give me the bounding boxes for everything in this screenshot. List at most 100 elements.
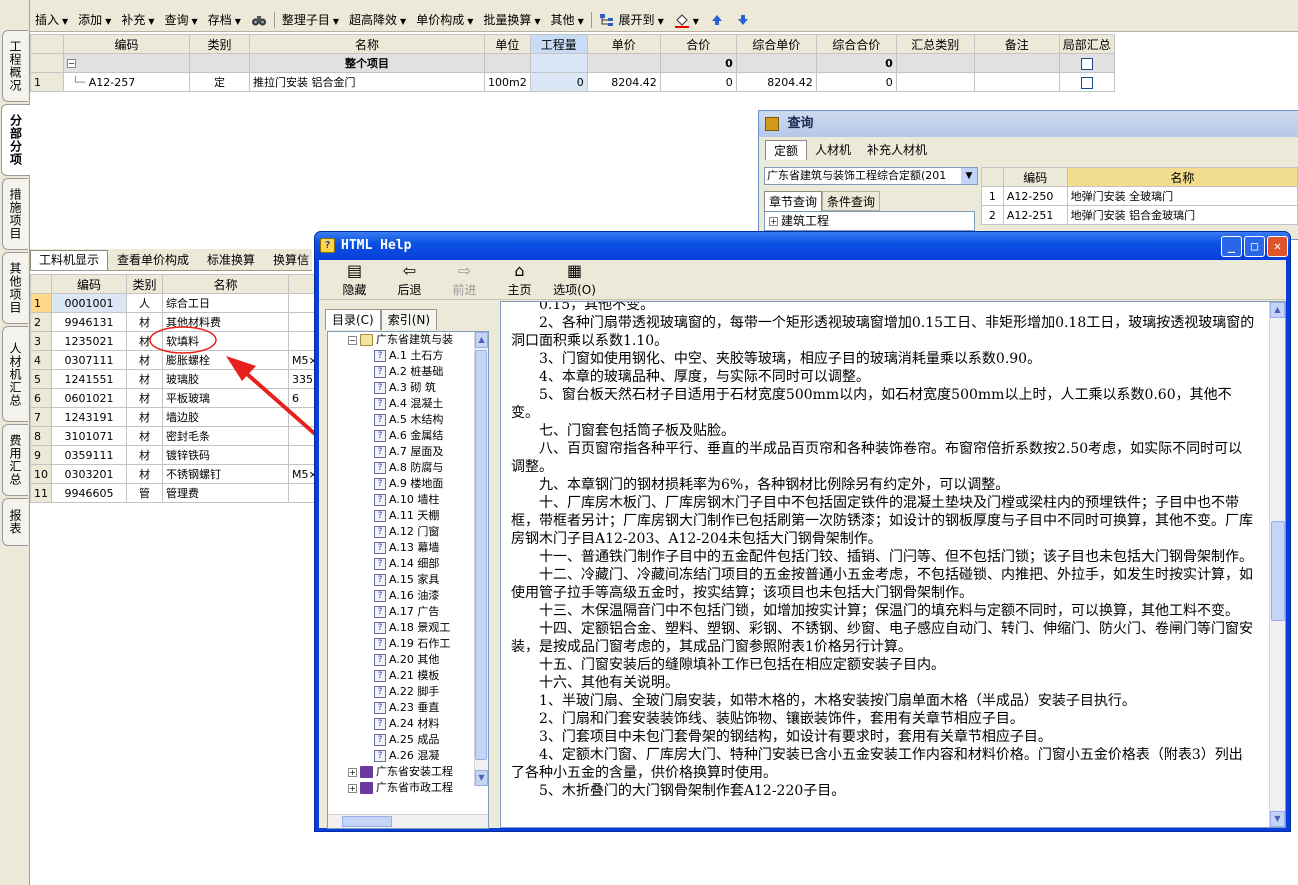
tree-item-building[interactable]: 建筑工程	[781, 214, 829, 228]
query-window: 查询 定额 人材机 补充人材机 广东省建筑与装饰工程综合定额(201 ▼ 章节查…	[758, 110, 1298, 240]
tree-item-chapter[interactable]: ? A.3 砌 筑	[328, 380, 488, 396]
tree-item-chapter[interactable]: ? A.16 油漆	[328, 588, 488, 604]
tree-scrollbar[interactable]: ▲ ▼	[474, 332, 488, 786]
table-row[interactable]: 1 A12-250 地弹门安装 全玻璃门	[981, 186, 1298, 206]
tree-item-chapter[interactable]: ? A.20 其他	[328, 652, 488, 668]
tree-item-chapter[interactable]: ? A.15 家具	[328, 572, 488, 588]
back-button[interactable]: ⇦ 后退	[382, 261, 437, 299]
help-topic-icon: ?	[374, 734, 386, 746]
tab-contents[interactable]: 目录(C)	[325, 309, 381, 330]
tree-hscroll-thumb[interactable]	[342, 816, 392, 827]
help-topic-icon: ?	[374, 558, 386, 570]
tree-item-chapter[interactable]: ? A.24 材料	[328, 716, 488, 732]
tree-item-label: A.7 屋面及	[389, 445, 444, 458]
options-button[interactable]: ▦ 选项(O)	[547, 261, 602, 299]
col-header-code[interactable]: 编码	[1002, 167, 1068, 187]
tree-item-chapter[interactable]: ? A.18 景观工	[328, 620, 488, 636]
query-tabs: 定额 人材机 补充人材机	[759, 137, 1298, 161]
tree-item-chapter[interactable]: ? A.21 模板	[328, 668, 488, 684]
tree-item-label: A.26 混凝	[389, 749, 440, 762]
hide-pane-icon: ▤	[346, 261, 363, 280]
help-paragraph: 3、门套项目中未包门套骨架的钢结构，如设计有要求时，套用有关章节相应子目。	[539, 729, 1052, 745]
tree-item-chapter[interactable]: ? A.8 防腐与	[328, 460, 488, 476]
scroll-up-icon[interactable]: ▲	[475, 332, 488, 348]
table-row[interactable]: 2 A12-251 地弹门安装 铝合金玻璃门	[981, 205, 1298, 225]
help-topic-icon: ?	[374, 398, 386, 410]
row-name[interactable]: 地弹门安装 铝合金玻璃门	[1066, 205, 1298, 225]
tab-chapter-query[interactable]: 章节查询	[764, 191, 823, 211]
help-topic-icon: ?	[374, 526, 386, 538]
query-result-table: 编码 名称 1 A12-250 地弹门安装 全玻璃门 2 A12-251 地弹门…	[981, 167, 1298, 225]
tree-item-label: A.23 垂直	[389, 701, 440, 714]
chevron-down-icon[interactable]: ▼	[961, 168, 977, 184]
tree-item-install[interactable]: + 广东省安装工程	[328, 764, 488, 780]
tree-item-chapter[interactable]: ? A.2 桩基础	[328, 364, 488, 380]
expand-icon[interactable]: +	[348, 783, 357, 793]
row-code[interactable]: A12-251	[1002, 205, 1068, 225]
tree-item-chapter[interactable]: ? A.11 天棚	[328, 508, 488, 524]
tree-item-label: A.6 金属结	[389, 429, 444, 442]
help-topic-icon: ?	[374, 638, 386, 650]
tree-item-label: A.1 土石方	[389, 349, 444, 362]
scroll-down-icon[interactable]: ▼	[475, 770, 488, 786]
maximize-icon[interactable]: □	[1244, 236, 1265, 257]
home-button[interactable]: ⌂ 主页	[492, 261, 547, 299]
close-icon[interactable]: ✕	[1267, 236, 1288, 257]
help-paragraph: 十六、其他有关说明。	[539, 675, 679, 691]
expand-icon[interactable]: +	[348, 767, 357, 777]
row-code[interactable]: A12-250	[1002, 186, 1068, 206]
tree-item-label: A.18 景观工	[389, 621, 451, 634]
help-paragraph: 2、门扇和门套安装装饰线、装贴饰物、镶嵌装饰件，套用有关章节相应子目。	[539, 711, 1024, 727]
tab-labor-material[interactable]: 人材机	[807, 140, 859, 160]
forward-button[interactable]: ⇨ 前进	[437, 261, 492, 299]
help-topic-icon: ?	[374, 590, 386, 602]
tree-item-chapter[interactable]: ? A.25 成品	[328, 732, 488, 748]
tree-item-chapter[interactable]: ? A.1 土石方	[328, 348, 488, 364]
tree-item-chapter[interactable]: ? A.6 金属结	[328, 428, 488, 444]
row-name[interactable]: 地弹门安装 全玻璃门	[1066, 186, 1298, 206]
tree-item-chapter[interactable]: ? A.5 木结构	[328, 412, 488, 428]
col-header-name[interactable]: 名称	[1066, 167, 1298, 187]
tree-item-chapter[interactable]: ? A.26 混凝	[328, 748, 488, 764]
scroll-up-icon[interactable]: ▲	[1270, 302, 1285, 318]
tree-item-chapter[interactable]: ? A.4 混凝土	[328, 396, 488, 412]
help-title-bar[interactable]: ? HTML Help _ □ ✕	[315, 232, 1290, 260]
tree-item-chapter[interactable]: ? A.14 细部	[328, 556, 488, 572]
tree-item-chapter[interactable]: ? A.10 墙柱	[328, 492, 488, 508]
hide-button[interactable]: ▤ 隐藏	[327, 261, 382, 299]
tab-supplement-labor-material[interactable]: 补充人材机	[859, 140, 935, 160]
tree-scroll-thumb[interactable]	[475, 350, 487, 760]
tree-hscrollbar[interactable]	[328, 814, 488, 828]
tree-item-chapter[interactable]: ? A.19 石作工	[328, 636, 488, 652]
query-title-bar[interactable]: 查询	[759, 111, 1298, 137]
tab-quota[interactable]: 定额	[765, 140, 808, 160]
help-app-icon: ?	[320, 238, 335, 253]
content-scroll-thumb[interactable]	[1271, 521, 1285, 621]
minimize-icon[interactable]: _	[1221, 236, 1242, 257]
tree-item-chapter[interactable]: ? A.12 门窗	[328, 524, 488, 540]
help-topic-icon: ?	[374, 446, 386, 458]
expand-icon[interactable]: +	[769, 217, 778, 226]
tree-item-label: A.14 细部	[389, 557, 440, 570]
tree-item-label: A.16 油漆	[389, 589, 440, 602]
tree-item-chapter[interactable]: ? A.9 楼地面	[328, 476, 488, 492]
tree-item-chapter[interactable]: ? A.7 屋面及	[328, 444, 488, 460]
content-scrollbar[interactable]: ▲ ▼	[1269, 302, 1285, 827]
tab-condition-query[interactable]: 条件查询	[822, 191, 881, 211]
help-topic-icon: ?	[374, 478, 386, 490]
collapse-icon[interactable]: −	[348, 335, 357, 345]
help-topic-icon: ?	[374, 462, 386, 474]
tree-item-municipal[interactable]: + 广东省市政工程	[328, 780, 488, 796]
tree-item-label: A.9 楼地面	[389, 477, 444, 490]
tree-item-chapter[interactable]: ? A.17 广告	[328, 604, 488, 620]
options-icon: ▦	[566, 261, 583, 280]
quota-library-select[interactable]: 广东省建筑与装饰工程综合定额(201 ▼	[764, 167, 978, 185]
tree-item-label: A.19 石作工	[389, 637, 451, 650]
tree-item-root[interactable]: − 广东省建筑与装	[328, 332, 488, 348]
tree-item-chapter[interactable]: ? A.22 脚手	[328, 684, 488, 700]
tree-item-chapter[interactable]: ? A.23 垂直	[328, 700, 488, 716]
tab-index[interactable]: 索引(N)	[380, 309, 438, 330]
tree-item-chapter[interactable]: ? A.13 幕墙	[328, 540, 488, 556]
chapter-tree: + 建筑工程	[764, 211, 975, 231]
scroll-down-icon[interactable]: ▼	[1270, 811, 1285, 827]
